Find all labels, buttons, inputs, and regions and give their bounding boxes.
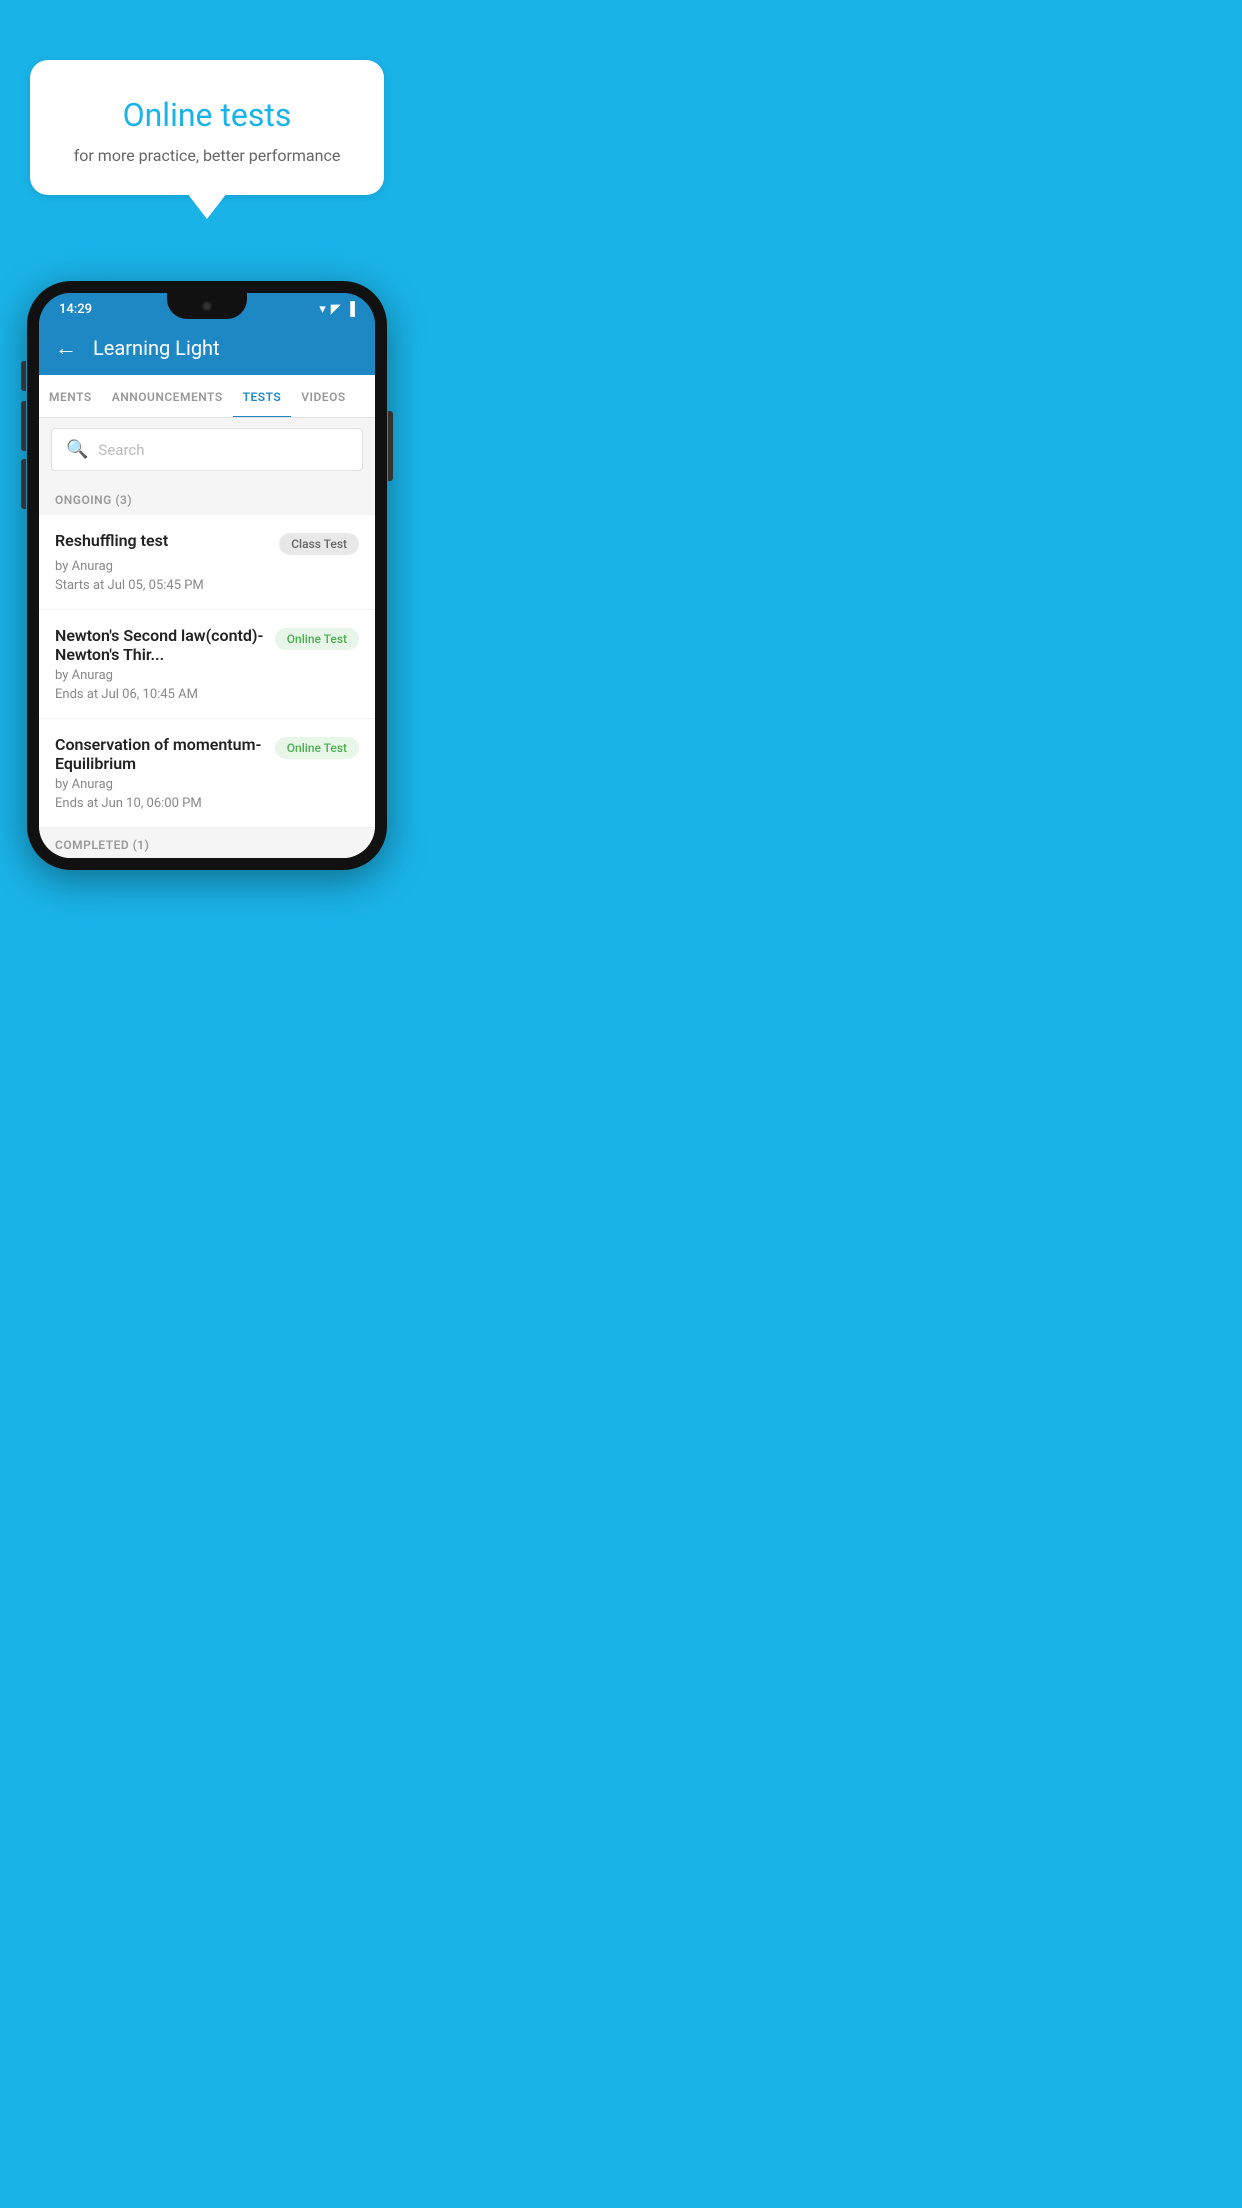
list-item[interactable]: Newton's Second law(contd)-Newton's Thir… [39, 610, 375, 719]
test-item-header: Reshuffling test Class Test [55, 531, 359, 555]
tab-announcements[interactable]: ANNOUNCEMENTS [102, 376, 233, 418]
test-badge: Online Test [275, 628, 359, 650]
app-top-bar: ← Learning Light [39, 323, 375, 375]
test-item-header: Newton's Second law(contd)-Newton's Thir… [55, 626, 359, 664]
list-item[interactable]: Reshuffling test Class Test by Anurag St… [39, 515, 375, 610]
test-time: Ends at Jun 10, 06:00 PM [55, 796, 359, 811]
speech-bubble: Online tests for more practice, better p… [30, 60, 384, 195]
phone-wrapper: 14:29 ▾ ◤ ▐ ← Learning Light MENTS [27, 281, 387, 870]
completed-label: COMPLETED (1) [39, 828, 375, 858]
tab-bar: MENTS ANNOUNCEMENTS TESTS VIDEOS [39, 375, 375, 418]
phone-side-button-2 [21, 401, 26, 451]
battery-icon: ▐ [346, 301, 355, 317]
test-author: by Anurag [55, 777, 359, 792]
test-time: Starts at Jul 05, 05:45 PM [55, 578, 359, 593]
camera-dot [202, 301, 212, 311]
app-title: Learning Light [93, 336, 220, 360]
tab-videos[interactable]: VIDEOS [291, 376, 355, 418]
status-time: 14:29 [59, 302, 92, 317]
list-item[interactable]: Conservation of momentum-Equilibrium Onl… [39, 719, 375, 828]
tab-ments[interactable]: MENTS [39, 376, 102, 418]
phone-screen: MENTS ANNOUNCEMENTS TESTS VIDEOS 🔍 Searc… [39, 375, 375, 858]
ongoing-label: ONGOING (3) [39, 481, 375, 515]
test-name: Reshuffling test [55, 531, 269, 550]
test-badge: Class Test [279, 533, 359, 555]
tab-tests[interactable]: TESTS [233, 376, 292, 418]
back-button[interactable]: ← [55, 335, 77, 361]
bubble-title: Online tests [60, 96, 354, 134]
test-author: by Anurag [55, 559, 359, 574]
search-placeholder: Search [98, 441, 144, 459]
phone-side-button-right [388, 411, 393, 481]
test-name: Newton's Second law(contd)-Newton's Thir… [55, 626, 265, 664]
phone-side-button-3 [21, 459, 26, 509]
bubble-subtitle: for more practice, better performance [60, 146, 354, 165]
test-badge: Online Test [275, 737, 359, 759]
test-author: by Anurag [55, 668, 359, 683]
signal-icon: ◤ [331, 302, 341, 317]
search-box[interactable]: 🔍 Search [51, 428, 363, 471]
search-container: 🔍 Search [39, 418, 375, 481]
phone-screen-top: 14:29 ▾ ◤ ▐ ← Learning Light [39, 293, 375, 375]
phone-side-button-1 [21, 361, 26, 391]
status-icons: ▾ ◤ ▐ [319, 301, 355, 317]
search-icon: 🔍 [66, 439, 88, 460]
test-item-header: Conservation of momentum-Equilibrium Onl… [55, 735, 359, 773]
status-bar: 14:29 ▾ ◤ ▐ [39, 293, 375, 323]
test-list: Reshuffling test Class Test by Anurag St… [39, 515, 375, 828]
phone-frame: 14:29 ▾ ◤ ▐ ← Learning Light MENTS [27, 281, 387, 870]
phone-notch [167, 293, 247, 319]
wifi-icon: ▾ [319, 302, 326, 317]
hero-section: Online tests for more practice, better p… [0, 0, 414, 225]
test-name: Conservation of momentum-Equilibrium [55, 735, 265, 773]
test-time: Ends at Jul 06, 10:45 AM [55, 687, 359, 702]
